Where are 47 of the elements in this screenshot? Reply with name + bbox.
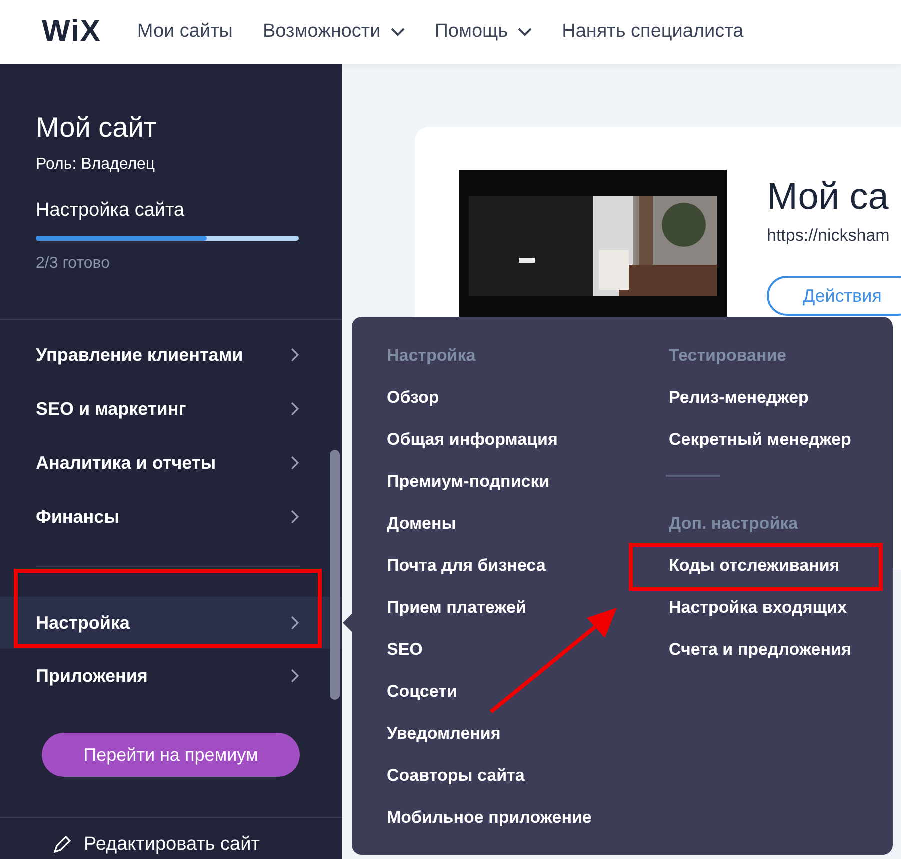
role-label: Роль: Владелец [36, 156, 156, 174]
submenu-item[interactable]: Мобильное приложение [387, 803, 669, 833]
sidebar-item[interactable]: Аналитика и отчеты [0, 436, 342, 490]
chevron-right-icon [291, 402, 300, 416]
site-name: Мой сайт [36, 112, 158, 144]
chevron-down-icon [518, 28, 532, 36]
chevron-down-icon [390, 28, 405, 36]
scrollbar[interactable] [330, 450, 340, 700]
submenu-item[interactable]: Коды отслеживания [669, 551, 852, 581]
pencil-icon [52, 835, 72, 855]
site-title: Мой са [767, 176, 890, 218]
sidebar-item[interactable]: Управление клиентами [0, 328, 342, 382]
submenu-item[interactable]: Домены [387, 509, 669, 539]
site-url[interactable]: https://nicksham [767, 226, 901, 246]
chevron-right-icon [291, 616, 300, 630]
nav-link[interactable]: Нанять специалиста [562, 21, 744, 43]
submenu-heading: Настройка [387, 345, 477, 367]
nav-link[interactable]: Мои сайты [137, 21, 233, 43]
progress-status: 2/3 готово [36, 255, 111, 273]
submenu-item[interactable]: Прием платежей [387, 593, 669, 623]
chevron-right-icon [291, 348, 300, 362]
submenu-item[interactable]: Настройка входящих [669, 593, 852, 623]
submenu-item[interactable]: Почта для бизнеса [387, 551, 669, 581]
sidebar-item[interactable]: Приложения [0, 649, 342, 703]
submenu-item[interactable]: Уведомления [387, 719, 669, 749]
chevron-right-icon [291, 456, 300, 470]
sidebar-item[interactable]: SEO и маркетинг [0, 382, 342, 436]
submenu-item[interactable]: Соцсети [387, 677, 669, 707]
submenu-item[interactable]: Счета и предложения [669, 635, 852, 665]
premium-button[interactable]: Перейти на премиум [42, 733, 300, 777]
submenu-item[interactable]: Секретный менеджер [669, 425, 852, 455]
submenu-item[interactable]: Обзор [387, 383, 669, 413]
chevron-right-icon [291, 510, 300, 524]
submenu-heading: Тестирование [669, 345, 788, 367]
sidebar-item[interactable]: Финансы [0, 490, 342, 544]
nav-link[interactable]: Возможности [262, 21, 405, 43]
chevron-right-icon [291, 669, 300, 683]
submenu-item[interactable]: SEO [387, 635, 669, 665]
submenu-item[interactable]: Соавторы сайта [387, 761, 669, 791]
edit-site-link[interactable]: Редактировать сайт [0, 818, 342, 856]
submenu-item[interactable]: Премиум-подписки [387, 467, 669, 497]
submenu-item[interactable]: Релиз-менеджер [669, 383, 852, 413]
nav-link[interactable]: Помощь [434, 21, 532, 43]
wix-logo[interactable]: WiX [42, 15, 102, 49]
setup-label: Настройка сайта [36, 200, 186, 222]
submenu-heading: Доп. настройка [669, 513, 800, 535]
submenu-item[interactable]: Общая информация [387, 425, 669, 455]
